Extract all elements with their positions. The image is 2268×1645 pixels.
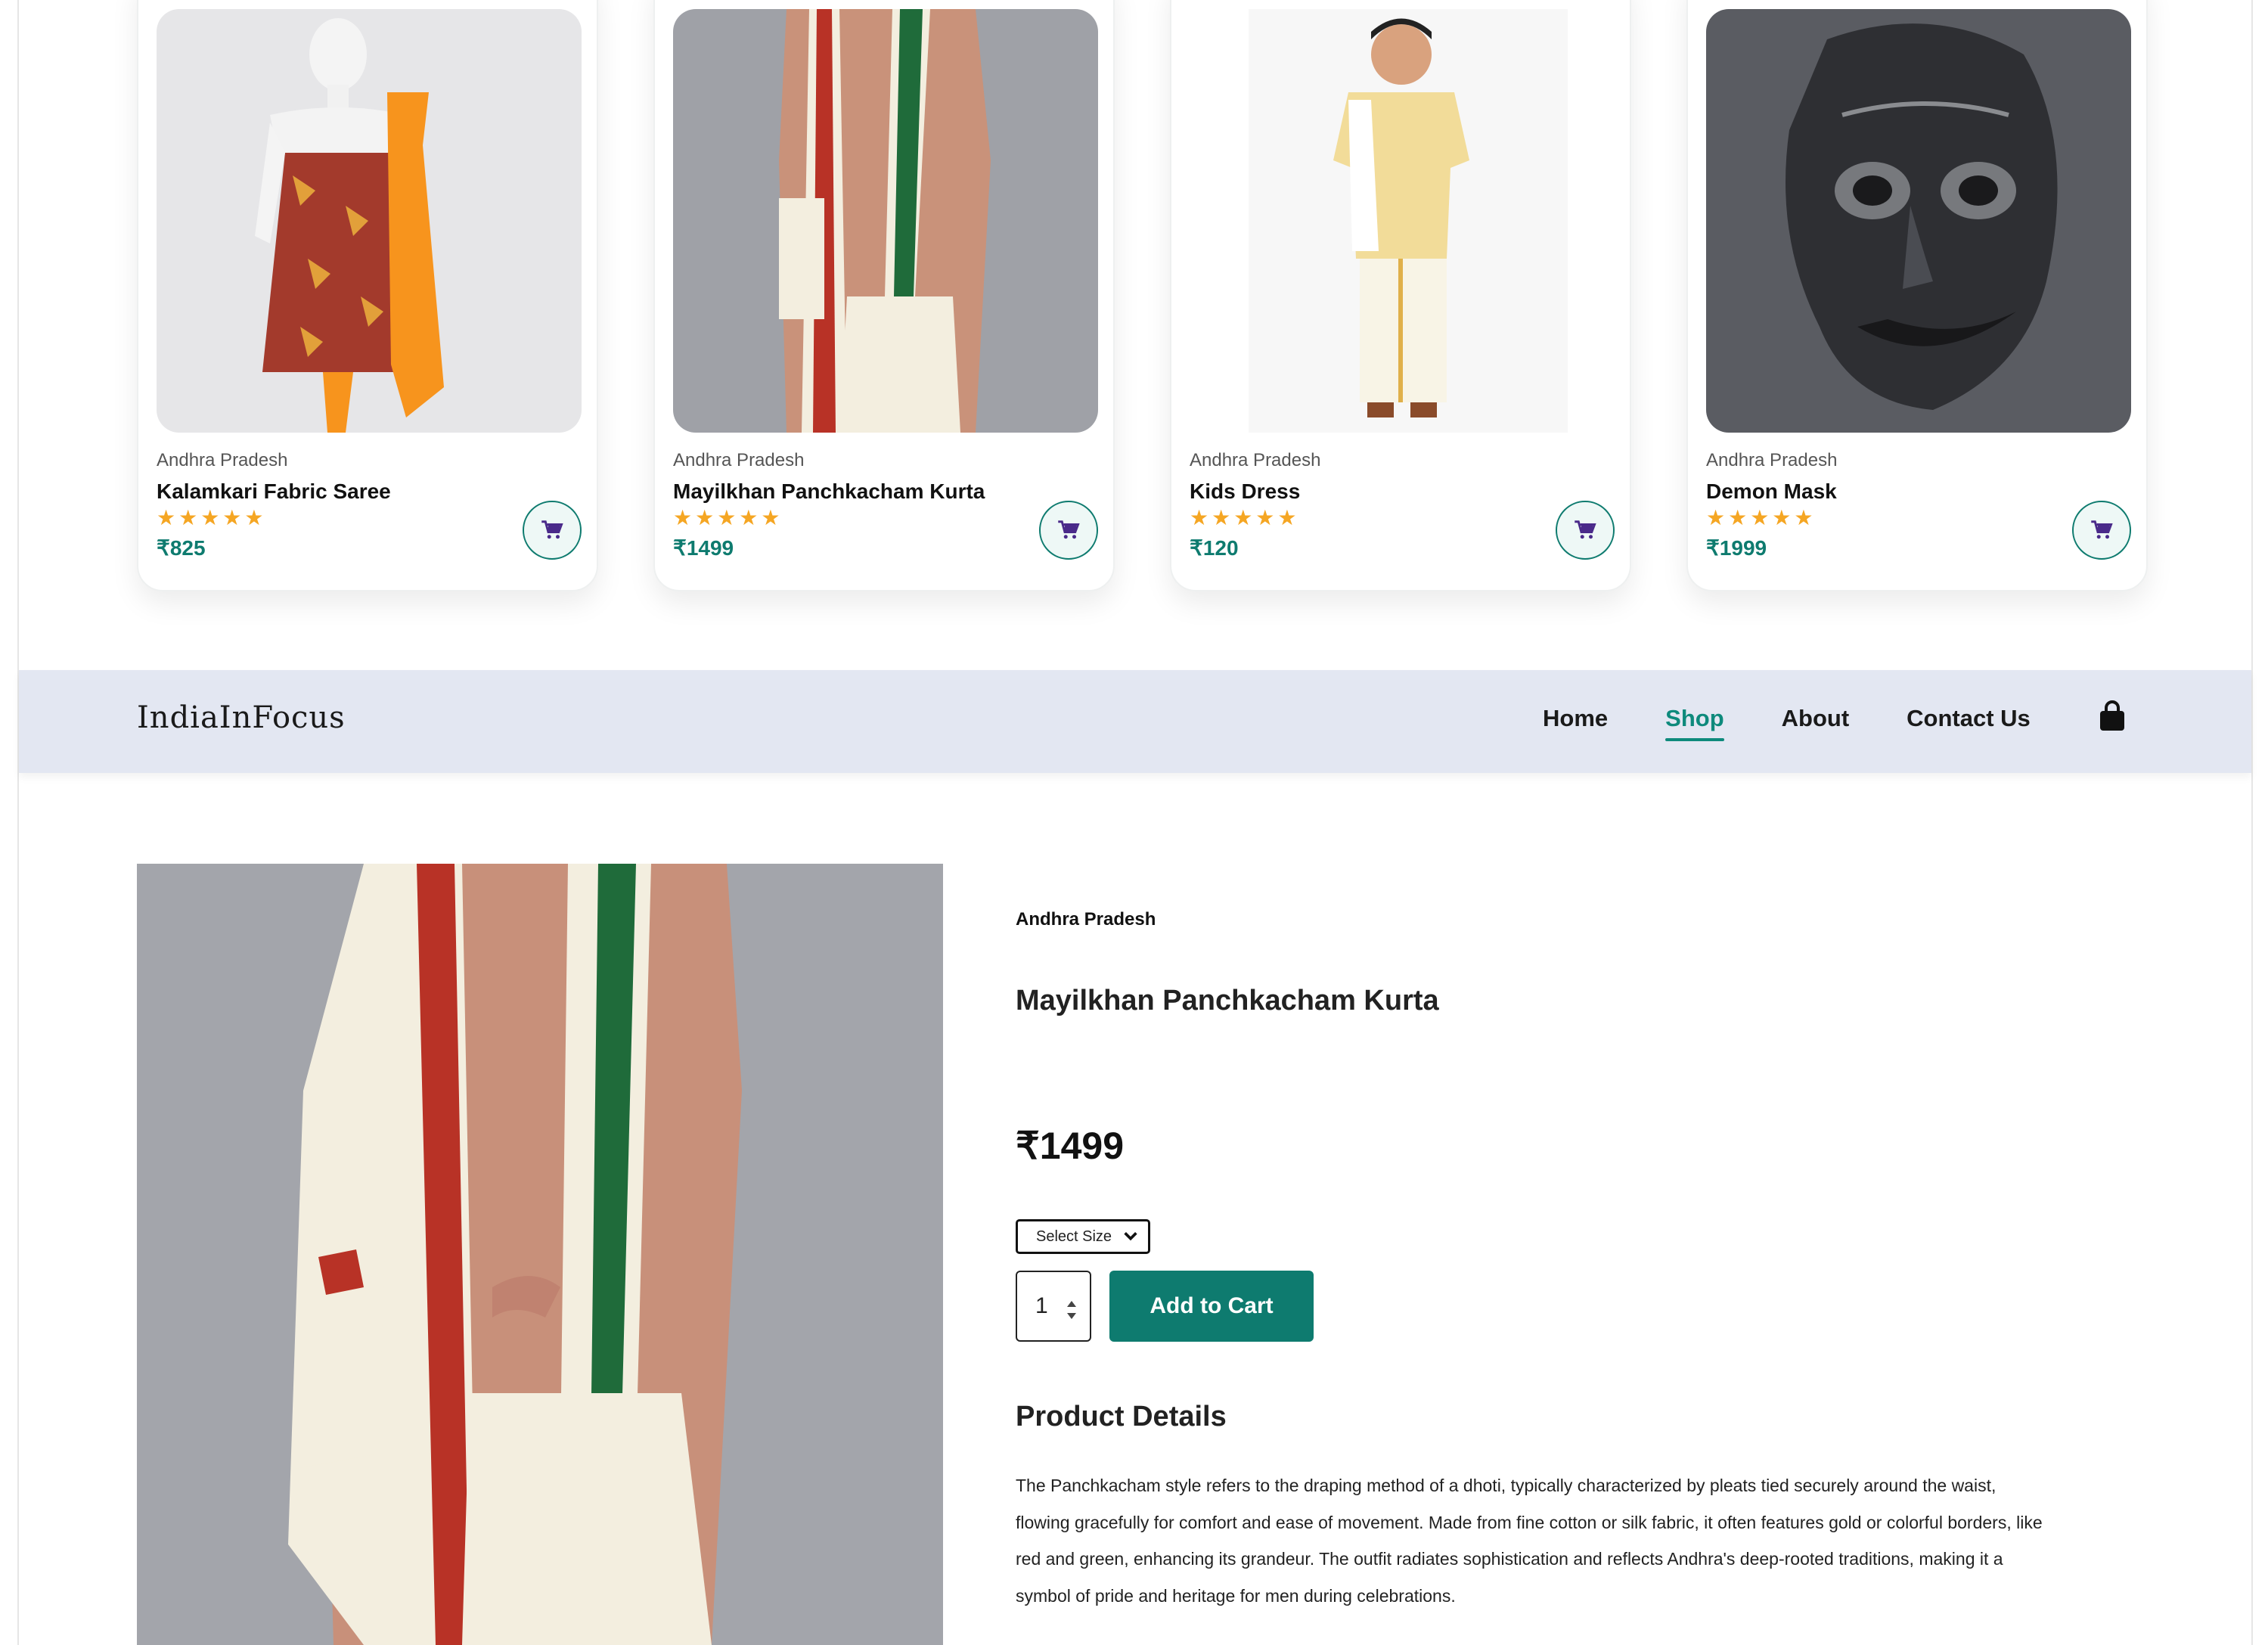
product-card[interactable]: Andhra Pradesh Kalamkari Fabric Saree ★★… [137,0,598,591]
shopping-bag-icon[interactable] [2097,700,2127,735]
add-to-cart-button[interactable]: Add to Cart [1109,1271,1314,1342]
size-select-value: Select Size [1036,1228,1112,1245]
product-region: Andhra Pradesh [1706,450,1838,470]
product-image-kids-dress[interactable] [1190,9,1615,433]
detail-region: Andhra Pradesh [1016,909,1156,930]
rating-stars: ★★★★★ [1706,506,1817,529]
quantity-stepper[interactable]: 1 [1016,1271,1091,1342]
rating-stars: ★★★★★ [673,506,783,529]
product-card[interactable]: Andhra Pradesh Kids Dress ★★★★★ ₹120 [1170,0,1631,591]
nav-home[interactable]: Home [1543,705,1608,732]
product-card[interactable]: Andhra Pradesh Demon Mask ★★★★★ ₹1999 [1686,0,2148,591]
product-region: Andhra Pradesh [157,450,288,470]
detail-price: ₹1499 [1016,1125,1125,1167]
product-price: ₹120 [1190,536,1239,560]
product-image-demon-mask[interactable] [1706,9,2131,433]
product-region: Andhra Pradesh [673,450,805,470]
product-description: The Panchkacham style refers to the drap… [1016,1476,2043,1606]
cart-icon [2091,520,2113,539]
size-select[interactable]: Select Size [1016,1219,1150,1254]
product-grid: Andhra Pradesh Kalamkari Fabric Saree ★★… [137,0,2149,597]
product-name[interactable]: Kids Dress [1190,480,1300,504]
nav-links: Home Shop About Contact Us [1543,705,2031,741]
rating-stars: ★★★★★ [157,506,267,529]
nav-about[interactable]: About [1782,705,1850,732]
quantity-value: 1 [1035,1293,1048,1318]
product-price: ₹825 [157,536,206,560]
detail-title: Mayilkhan Panchkacham Kurta [1016,985,1439,1016]
add-to-cart-button[interactable] [2072,501,2131,560]
product-name[interactable]: Kalamkari Fabric Saree [157,480,391,504]
add-to-cart-button[interactable] [523,501,582,560]
add-to-cart-button[interactable] [1556,501,1615,560]
spinner-arrows-icon[interactable] [1066,1299,1078,1321]
cart-icon [1058,520,1080,539]
product-price: ₹1499 [673,536,734,560]
nav-shop[interactable]: Shop [1665,705,1724,741]
product-name[interactable]: Demon Mask [1706,480,1837,504]
rating-stars: ★★★★★ [1190,506,1300,529]
product-image-kurta[interactable] [673,9,1098,433]
product-main-image [137,864,943,1645]
nav-contact[interactable]: Contact Us [1907,705,2031,732]
cart-icon [541,520,563,539]
cart-icon [1575,520,1596,539]
product-card[interactable]: Andhra Pradesh Mayilkhan Panchkacham Kur… [653,0,1115,591]
chevron-down-icon [1124,1232,1137,1241]
product-details-heading: Product Details [1016,1401,1227,1432]
product-price: ₹1999 [1706,536,1767,560]
product-region: Andhra Pradesh [1190,450,1321,470]
navbar: IndiaInFocus Home Shop About Contact Us [19,670,2251,773]
site-logo[interactable]: IndiaInFocus [137,700,346,735]
product-image-saree[interactable] [157,9,582,433]
product-name[interactable]: Mayilkhan Panchkacham Kurta [673,480,985,504]
add-to-cart-button[interactable] [1039,501,1098,560]
